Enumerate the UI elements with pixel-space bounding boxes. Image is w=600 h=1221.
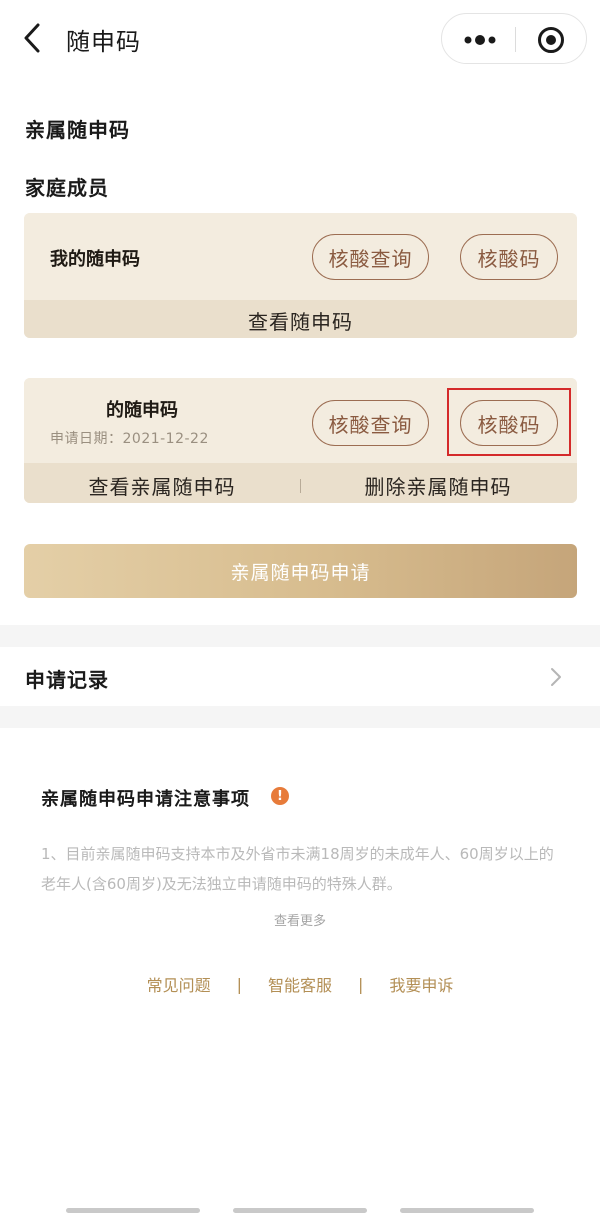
home-indicator	[400, 1208, 534, 1213]
my-code-card: 我的随申码 核酸查询 核酸码 查看随申码	[24, 213, 577, 338]
top-nav-bar: 随申码	[0, 0, 600, 78]
apply-date: 申请日期：2021-12-22	[50, 431, 209, 447]
section-gap	[0, 706, 600, 728]
highlight-annotation	[447, 388, 571, 456]
more-icon[interactable]	[458, 26, 502, 54]
my-code-name: 我的随申码	[50, 249, 140, 270]
footer-links: 常见问题 | 智能客服 | 我要申诉	[0, 972, 600, 996]
relative-nucleic-query-button[interactable]: 核酸查询	[312, 400, 429, 446]
back-icon[interactable]	[18, 20, 48, 56]
page-title: 随申码	[66, 28, 141, 56]
notice-title: 亲属随申码申请注意事项	[41, 789, 250, 810]
delete-relative-code-link[interactable]: 删除亲属随申码	[330, 471, 546, 500]
footer-separator: |	[358, 974, 364, 994]
see-more-label[interactable]: 查看更多	[274, 914, 326, 929]
view-relative-code-link[interactable]: 查看亲属随申码	[54, 471, 270, 500]
see-more-link[interactable]: 查看更多	[0, 910, 600, 929]
records-title: 申请记录	[25, 668, 109, 692]
section-title-relatives: 亲属随申码	[25, 118, 130, 142]
relative-code-name: 的随申码	[106, 400, 178, 421]
home-indicator	[233, 1208, 367, 1213]
nucleic-query-button[interactable]: 核酸查询	[312, 234, 429, 280]
chevron-right-icon	[548, 666, 564, 688]
home-indicator	[66, 1208, 200, 1213]
section-title-family-members: 家庭成员	[25, 176, 109, 200]
nucleic-code-button[interactable]: 核酸码	[460, 234, 558, 280]
complaint-link[interactable]: 我要申诉	[389, 972, 453, 996]
footer-separator: |	[236, 974, 242, 994]
section-gap	[0, 625, 600, 647]
application-records-row[interactable]: 申请记录	[0, 648, 600, 706]
view-my-code-link[interactable]: 查看随申码	[24, 306, 577, 335]
close-miniprogram-icon[interactable]	[536, 25, 566, 55]
capsule-divider	[515, 27, 516, 52]
miniprogram-capsule	[441, 13, 587, 64]
smart-service-link[interactable]: 智能客服	[268, 972, 332, 996]
faq-link[interactable]: 常见问题	[147, 972, 211, 996]
info-icon[interactable]: !	[271, 787, 289, 805]
notice-body: 1、目前亲属随申码支持本市及外省市未满18周岁的未成年人、60周岁以上的老年人(…	[41, 845, 554, 893]
link-separator	[300, 479, 301, 493]
apply-relative-code-button[interactable]: 亲属随申码申请	[24, 544, 577, 598]
